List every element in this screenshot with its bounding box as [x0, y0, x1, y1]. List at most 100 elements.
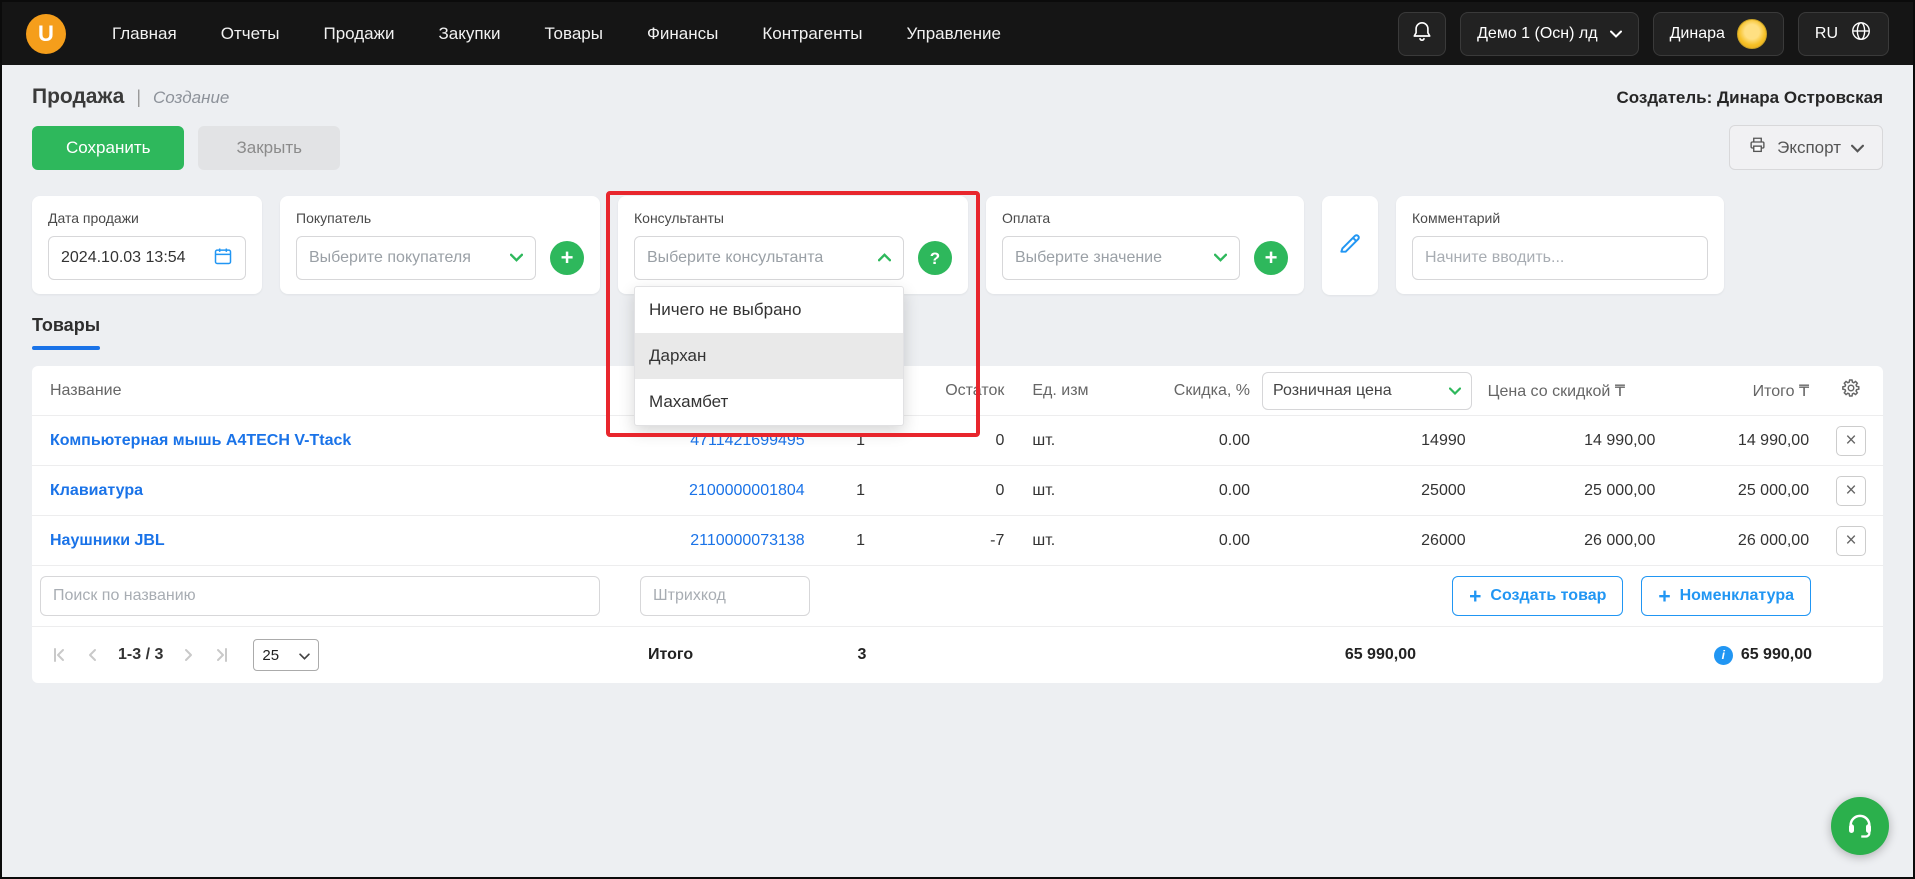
question-icon: ? [929, 248, 941, 268]
tabs-bar: Товары [2, 295, 1913, 350]
close-icon: × [1845, 480, 1857, 501]
cell-qty: 1 [856, 481, 866, 499]
menu-item-sales[interactable]: Продажи [323, 24, 394, 44]
menu-item-finances[interactable]: Финансы [647, 24, 718, 44]
product-name-link[interactable]: Компьютерная мышь A4TECH V-Ttack [50, 432, 351, 449]
chevron-down-icon [1851, 138, 1864, 158]
page-size-select[interactable]: 25 [253, 639, 320, 671]
globe-icon [1850, 20, 1872, 47]
prev-page-button[interactable] [84, 646, 102, 664]
close-button[interactable]: Закрыть [198, 125, 340, 170]
column-header-total: Итого ₸ [1752, 382, 1810, 400]
sale-date-input[interactable]: 2024.10.03 13:54 [48, 236, 246, 280]
buyer-placeholder: Выберите покупателя [309, 249, 471, 266]
menu-item-home[interactable]: Главная [112, 24, 177, 44]
cell-stock: 0 [995, 431, 1005, 449]
create-product-button[interactable]: + Создать товар [1452, 576, 1624, 616]
page-title: Продажа [32, 85, 125, 108]
chevron-up-icon [877, 249, 892, 267]
add-buyer-button[interactable]: + [550, 241, 584, 275]
next-page-button[interactable] [179, 646, 197, 664]
barcode-input[interactable] [640, 576, 810, 616]
language-selector[interactable]: RU [1797, 11, 1889, 56]
consultants-select[interactable]: Выберите консультанта [634, 236, 904, 280]
plus-icon: + [1469, 584, 1482, 608]
user-name: Динара [1669, 24, 1725, 42]
cell-qty: 1 [856, 431, 866, 449]
menu-item-products[interactable]: Товары [544, 24, 602, 44]
menu-item-purchases[interactable]: Закупки [438, 24, 500, 44]
column-header-retail-price: Розничная цена [1260, 371, 1480, 410]
table-row: Клавиатура 2100000001804 1 0 шт. 0.00 25… [32, 466, 1883, 516]
avatar [1736, 18, 1767, 49]
remove-row-button[interactable]: × [1836, 425, 1867, 456]
product-barcode-link[interactable]: 2110000073138 [690, 532, 805, 549]
consultants-dropdown: Ничего не выбрано Дархан Махамбет [634, 286, 904, 426]
info-icon[interactable]: i [1713, 645, 1733, 665]
chevron-down-icon [1213, 249, 1228, 267]
menu-item-reports[interactable]: Отчеты [221, 24, 280, 44]
dropdown-option-darkhan[interactable]: Дархан [635, 333, 903, 379]
headset-icon [1845, 809, 1875, 844]
sale-date-value: 2024.10.03 13:54 [61, 249, 186, 266]
dropdown-option-makhambet[interactable]: Махамбет [635, 379, 903, 425]
calendar-icon [213, 246, 233, 271]
language-label: RU [1814, 24, 1838, 42]
page-subtitle: Создание [153, 88, 230, 107]
cell-unit: шт. [1032, 431, 1056, 449]
cell-discounted-price: 25 000,00 [1584, 481, 1656, 499]
menu-item-counterparties[interactable]: Контрагенты [762, 24, 862, 44]
product-name-link[interactable]: Клавиатура [50, 482, 143, 499]
cell-stock: -7 [990, 531, 1005, 549]
plus-icon: + [1658, 584, 1671, 608]
product-barcode-link[interactable]: 2100000001804 [689, 482, 805, 499]
notifications-button[interactable] [1398, 11, 1447, 56]
consultants-help-button[interactable]: ? [918, 241, 952, 275]
cell-total: 14 990,00 [1737, 431, 1810, 449]
product-barcode-link[interactable]: 4711421699495 [690, 432, 805, 449]
toolbar: Сохранить Закрыть Экспорт [2, 109, 1913, 170]
cell-discount: 0.00 [1218, 531, 1250, 549]
printer-icon [1748, 136, 1767, 159]
remove-row-button[interactable]: × [1836, 525, 1867, 556]
export-button[interactable]: Экспорт [1729, 125, 1883, 170]
buyer-select[interactable]: Выберите покупателя [296, 236, 536, 280]
payment-card: Оплата Выберите значение + [986, 196, 1304, 294]
first-page-button[interactable] [50, 646, 68, 664]
price-type-select[interactable]: Розничная цена [1262, 371, 1472, 410]
menu-item-management[interactable]: Управление [906, 24, 1001, 44]
table-row: Наушники JBL 2110000073138 1 -7 шт. 0.00… [32, 516, 1883, 566]
plus-icon: + [560, 245, 574, 270]
chevron-down-icon [1609, 25, 1622, 43]
support-chat-button[interactable] [1831, 797, 1889, 855]
search-by-name-input[interactable] [40, 576, 600, 616]
top-navigation: U Главная Отчеты Продажи Закупки Товары … [2, 2, 1913, 65]
comment-label: Комментарий [1412, 210, 1501, 226]
tab-active-underline [32, 346, 101, 350]
remove-row-button[interactable]: × [1836, 475, 1867, 506]
cell-discount: 0.00 [1218, 481, 1250, 499]
totals-label: Итого [648, 646, 694, 663]
buyer-label: Покупатель [296, 210, 372, 226]
products-table: Название Остаток Ед. изм Скидка, % Розни… [32, 366, 1883, 683]
last-page-button[interactable] [213, 646, 231, 664]
product-name-link[interactable]: Наушники JBL [50, 532, 165, 549]
table-search-row: + Создать товар + Номенклатура [32, 566, 1883, 627]
payment-select[interactable]: Выберите значение [1002, 236, 1240, 280]
close-icon: × [1845, 530, 1857, 551]
dropdown-option-none[interactable]: Ничего не выбрано [635, 287, 903, 333]
edit-button[interactable] [1322, 196, 1378, 295]
cell-retail-price: 25000 [1421, 481, 1466, 499]
save-button[interactable]: Сохранить [32, 125, 185, 170]
add-payment-button[interactable]: + [1254, 241, 1288, 275]
app-logo[interactable]: U [26, 13, 66, 54]
nomenclature-button[interactable]: + Номенклатура [1641, 576, 1811, 616]
totals-quantity: 3 [857, 646, 867, 663]
comment-input[interactable] [1412, 236, 1708, 280]
table-header-row: Название Остаток Ед. изм Скидка, % Розни… [32, 366, 1883, 416]
tab-products[interactable]: Товары [32, 315, 101, 350]
comment-card: Комментарий [1396, 196, 1724, 294]
company-selector[interactable]: Демо 1 (Осн) лд [1460, 11, 1639, 56]
user-menu[interactable]: Динара [1652, 11, 1784, 56]
gear-icon[interactable] [1840, 377, 1862, 404]
